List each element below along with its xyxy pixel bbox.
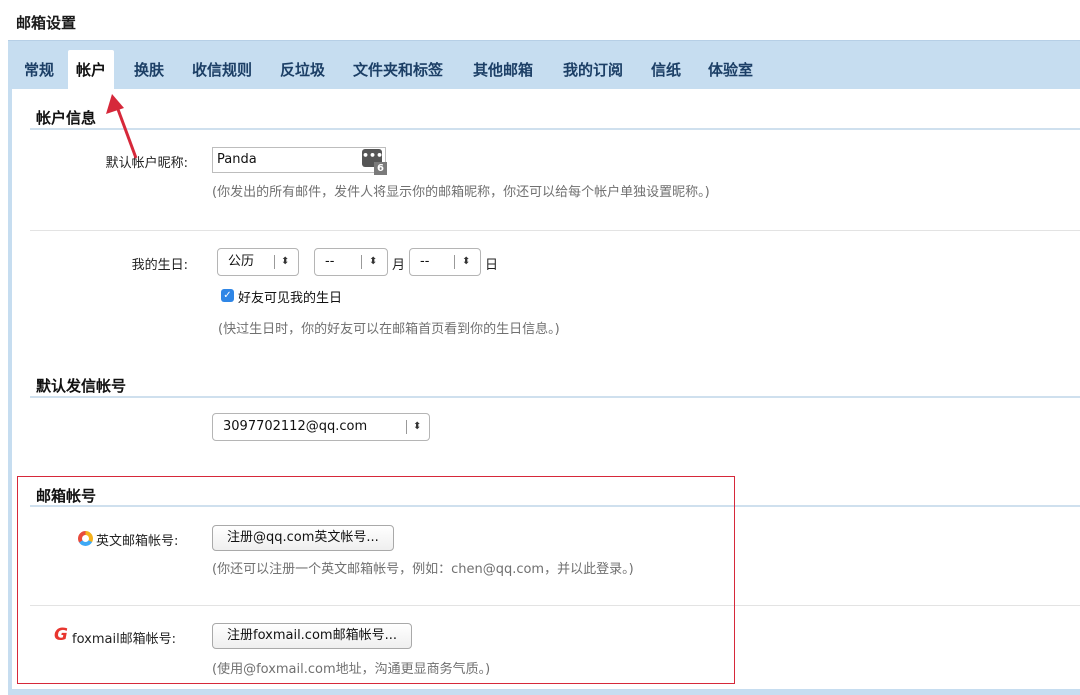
- page-title: 邮箱设置: [16, 14, 77, 32]
- select-arrow-icon: ⬍: [413, 421, 422, 432]
- calendar-type-value: 公历: [228, 254, 255, 269]
- content-bottom-border: [8, 689, 1080, 695]
- tab-other-mailboxes[interactable]: 其他邮箱: [465, 50, 541, 90]
- section-title-account-info: 帐户信息: [36, 109, 97, 127]
- tab-folders-labels[interactable]: 文件夹和标签: [345, 50, 451, 90]
- annotation-highlight-box: [17, 476, 735, 684]
- default-sender-value: 3097702112@qq.com: [223, 419, 368, 434]
- month-unit: 月: [392, 258, 406, 273]
- day-select[interactable]: -- ⬍: [409, 248, 481, 276]
- tab-stationery[interactable]: 信纸: [643, 50, 689, 90]
- row-divider: [30, 230, 1080, 231]
- tab-skin[interactable]: 换肤: [126, 50, 172, 90]
- select-separator: [361, 255, 362, 269]
- nickname-hint: (你发出的所有邮件，发件人将显示你的邮箱昵称，你还可以给每个帐户单独设置昵称。): [212, 185, 710, 200]
- tab-my-subscriptions[interactable]: 我的订阅: [555, 50, 631, 90]
- tab-receive-rules[interactable]: 收信规则: [184, 50, 260, 90]
- section-title-default-sender: 默认发信帐号: [36, 377, 127, 395]
- default-sender-select[interactable]: 3097702112@qq.com ⬍: [212, 413, 430, 441]
- annotation-arrow-icon: [106, 94, 138, 159]
- select-separator: [406, 420, 407, 434]
- tab-anti-spam[interactable]: 反垃圾: [272, 50, 333, 90]
- select-arrow-icon: ⬍: [462, 256, 471, 267]
- settings-tab-bar: 常规 帐户 换肤 收信规则 反垃圾 文件夹和标签 其他邮箱 我的订阅 信纸 体验…: [8, 40, 1080, 90]
- tab-account[interactable]: 帐户: [68, 50, 115, 90]
- select-separator: [274, 255, 275, 269]
- content-left-border: [8, 89, 12, 693]
- select-arrow-icon: ⬍: [281, 256, 290, 267]
- select-separator: [454, 255, 455, 269]
- calendar-type-select[interactable]: 公历 ⬍: [217, 248, 299, 276]
- emoji-count-badge: 6: [374, 162, 387, 175]
- section-divider: [30, 128, 1080, 130]
- month-value: --: [325, 254, 335, 269]
- section-divider: [30, 396, 1080, 398]
- select-arrow-icon: ⬍: [369, 256, 378, 267]
- friends-visible-label[interactable]: 好友可见我的生日: [238, 287, 342, 306]
- tab-lab[interactable]: 体验室: [700, 50, 761, 90]
- nickname-input[interactable]: Panda: [212, 147, 386, 173]
- tab-general[interactable]: 常规: [16, 50, 62, 90]
- day-unit: 日: [485, 258, 499, 273]
- birthday-label: 我的生日:: [131, 258, 188, 273]
- day-value: --: [420, 254, 430, 269]
- friends-visible-checkbox[interactable]: ✓: [221, 289, 234, 302]
- birthday-hint: (快过生日时，你的好友可以在邮箱首页看到你的生日信息。): [218, 322, 560, 337]
- month-select[interactable]: -- ⬍: [314, 248, 388, 276]
